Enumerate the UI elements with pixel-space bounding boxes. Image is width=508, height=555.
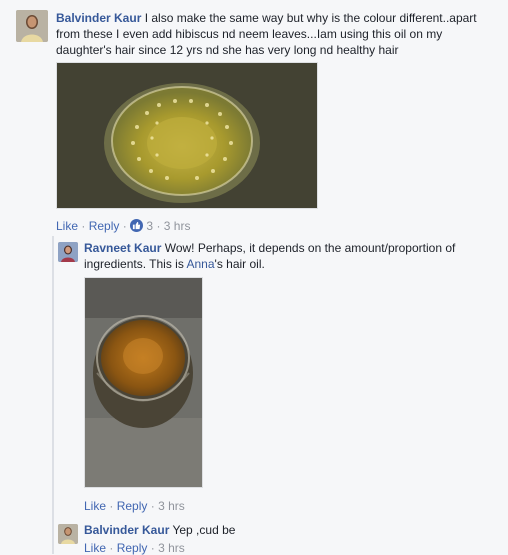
comment-time[interactable]: 3 hrs (158, 541, 185, 555)
comment-text: 's hair oil. (214, 257, 265, 271)
comment-time[interactable]: 3 hrs (164, 219, 191, 233)
separator: · (109, 499, 114, 513)
comment-photo[interactable] (56, 62, 318, 209)
like-link[interactable]: Like (56, 219, 78, 233)
comment-body: Balvinder Kaur Yep ,cud be (84, 522, 494, 538)
comment-actions: Like · Reply · 3 hrs (84, 499, 185, 513)
comment-actions: Like · Reply · 3 hrs (84, 541, 185, 555)
separator: · (109, 541, 114, 555)
like-link[interactable]: Like (84, 541, 106, 555)
like-link[interactable]: Like (84, 499, 106, 513)
reply-thread-line (52, 236, 54, 554)
comment-author[interactable]: Balvinder Kaur (56, 11, 141, 25)
avatar[interactable] (16, 10, 48, 42)
comment-actions: Like · Reply · 3 · 3 hrs (56, 219, 190, 233)
separator: · (150, 499, 155, 513)
comment-photo[interactable] (84, 277, 203, 488)
comment-body: Balvinder Kaur I also make the same way … (56, 10, 496, 58)
comment-author[interactable]: Balvinder Kaur (84, 523, 169, 537)
avatar[interactable] (58, 242, 78, 262)
separator: · (122, 219, 127, 233)
comment-body: Ravneet Kaur Wow! Perhaps, it depends on… (84, 240, 494, 272)
reply-link[interactable]: Reply (89, 219, 120, 233)
comment-time[interactable]: 3 hrs (158, 499, 185, 513)
reaction-count[interactable]: 3 (146, 219, 153, 233)
separator: · (156, 219, 161, 233)
comment-author[interactable]: Ravneet Kaur (84, 241, 161, 255)
separator: · (150, 541, 155, 555)
reply-link[interactable]: Reply (117, 499, 148, 513)
comment-text: Yep ,cud be (169, 523, 236, 537)
separator: · (81, 219, 86, 233)
mention-link[interactable]: Anna (187, 257, 215, 271)
avatar[interactable] (58, 524, 78, 544)
thumbs-up-icon[interactable] (130, 219, 144, 232)
reply-link[interactable]: Reply (117, 541, 148, 555)
